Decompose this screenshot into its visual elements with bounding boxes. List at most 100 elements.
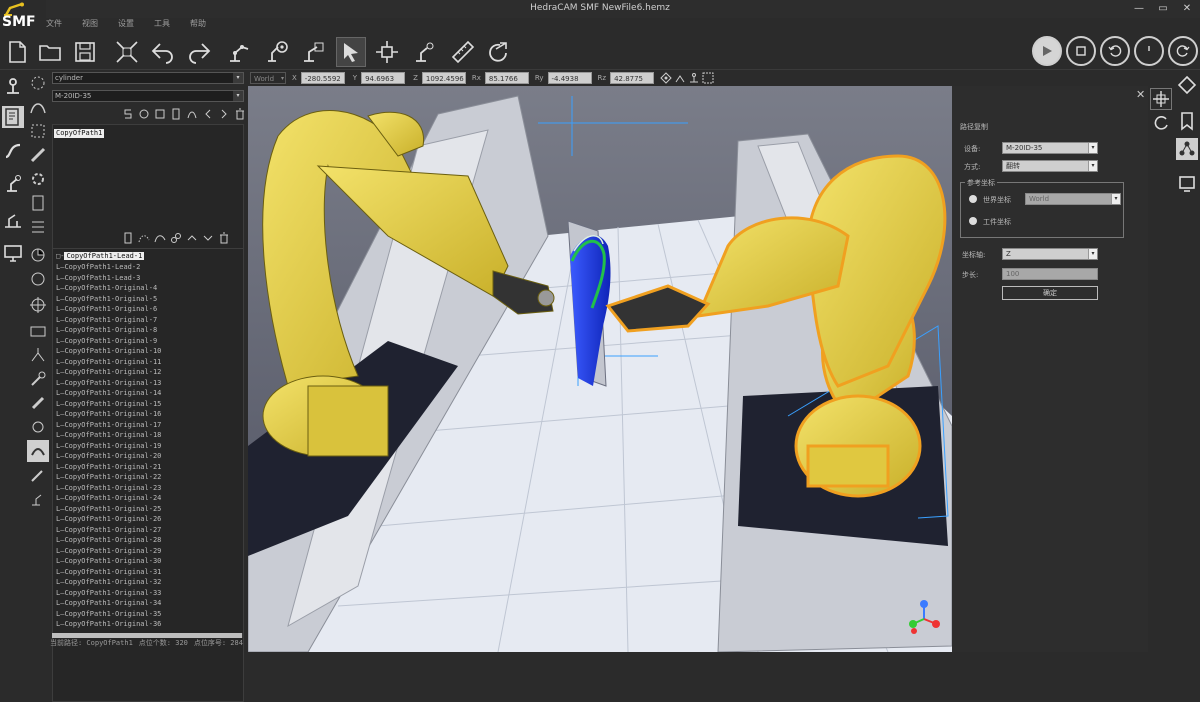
robot-select[interactable]: M-20ID-35 ▾: [52, 90, 244, 102]
menu-tools[interactable]: 工具: [154, 18, 170, 34]
sub-tool-10[interactable]: [27, 294, 49, 316]
robot-point-button[interactable]: [298, 37, 328, 67]
trash-icon[interactable]: [234, 108, 246, 120]
tree-item[interactable]: L—CopyOfPath1-Original-26: [56, 514, 161, 525]
close-panel-button[interactable]: ✕: [1136, 88, 1145, 101]
world-radio[interactable]: [969, 195, 977, 203]
tree-item[interactable]: L—CopyOfPath1-Original-36: [56, 619, 161, 630]
tree-item[interactable]: L—CopyOfPath1-Lead-2: [56, 262, 140, 273]
open-file-button[interactable]: [35, 37, 65, 67]
curve-points-icon[interactable]: [138, 232, 150, 244]
tree-item[interactable]: L—CopyOfPath1-Original-16: [56, 409, 161, 420]
chevron-down-icon[interactable]: [202, 232, 214, 244]
stop-button[interactable]: [1066, 36, 1096, 66]
redo-button[interactable]: [184, 37, 214, 67]
rx-field[interactable]: 85.1766: [484, 72, 529, 84]
sub-tool-15[interactable]: [27, 416, 49, 438]
tree-item[interactable]: L—CopyOfPath1-Original-33: [56, 588, 161, 599]
tree-item[interactable]: L—CopyOfPath1-Original-6: [56, 304, 157, 315]
axis-select[interactable]: Z ▾: [1002, 248, 1098, 260]
nav-tool-1[interactable]: [1176, 74, 1198, 96]
new-file-button[interactable]: [2, 37, 32, 67]
timer-button[interactable]: [1134, 36, 1164, 66]
tree-item[interactable]: L—CopyOfPath1-Original-34: [56, 598, 161, 609]
sub-tool-4[interactable]: [27, 144, 49, 166]
nav-tool-3[interactable]: [1176, 138, 1198, 160]
grid-select-icon[interactable]: [702, 72, 714, 84]
select-button[interactable]: [336, 37, 366, 67]
tree-item[interactable]: L—CopyOfPath1-Original-28: [56, 535, 161, 546]
tree-item[interactable]: L—CopyOfPath1-Original-24: [56, 493, 161, 504]
tree-item[interactable]: L—CopyOfPath1-Original-4: [56, 283, 157, 294]
tree-item[interactable]: L—CopyOfPath1-Original-21: [56, 462, 161, 473]
path-edit-button[interactable]: [2, 106, 24, 128]
tree-item[interactable]: L—CopyOfPath1-Original-25: [56, 504, 161, 515]
sub-tool-7[interactable]: [27, 216, 49, 238]
tree-item[interactable]: L—CopyOfPath1-Original-22: [56, 472, 161, 483]
refresh-icon[interactable]: [138, 108, 150, 120]
tree-item[interactable]: L—CopyOfPath1-Original-17: [56, 420, 161, 431]
tree-item[interactable]: L—CopyOfPath1-Original-13: [56, 378, 161, 389]
tree-item[interactable]: L—CopyOfPath1-Original-9: [56, 336, 157, 347]
workpiece-button[interactable]: [2, 140, 24, 162]
workpiece-radio[interactable]: [969, 217, 977, 225]
tool-button[interactable]: [2, 172, 24, 194]
target-point-icon[interactable]: [660, 72, 672, 84]
close-window-button[interactable]: ✕: [1180, 2, 1194, 15]
confirm-button[interactable]: 确定: [1002, 286, 1098, 300]
path-list-item[interactable]: CopyOfPath1: [54, 129, 105, 138]
rotate-view-button[interactable]: [484, 37, 514, 67]
sub-tool-9[interactable]: [27, 268, 49, 290]
sub-tool-17[interactable]: [27, 464, 49, 486]
save-button[interactable]: [70, 37, 100, 67]
tree-item[interactable]: L—CopyOfPath1-Original-14: [56, 388, 161, 399]
robot-group-button[interactable]: [2, 208, 24, 230]
nav-tool-4[interactable]: [1176, 172, 1198, 194]
tree-item[interactable]: L—CopyOfPath1-Original-32: [56, 577, 161, 588]
robot-arm-button[interactable]: [410, 37, 440, 67]
trash-icon[interactable]: [218, 232, 230, 244]
menu-view[interactable]: 视图: [82, 18, 98, 34]
frame-select[interactable]: World ▾: [250, 72, 286, 84]
rotate-copy-button[interactable]: [1150, 112, 1172, 134]
tree-item[interactable]: L—CopyOfPath1-Original-23: [56, 483, 161, 494]
path-copy-tool-button[interactable]: [1150, 88, 1172, 110]
maximize-button[interactable]: ▭: [1156, 2, 1170, 15]
sub-tool-16[interactable]: [27, 440, 49, 462]
sub-tool-14[interactable]: [27, 392, 49, 414]
path-icon[interactable]: [186, 108, 198, 120]
sub-tool-6[interactable]: [27, 192, 49, 214]
sub-tool-1[interactable]: [27, 72, 49, 94]
workpiece-select[interactable]: cylinder ▾: [52, 72, 244, 84]
tree-item[interactable]: L—CopyOfPath1-Original-5: [56, 294, 157, 305]
reset-button[interactable]: [1168, 36, 1198, 66]
tree-item[interactable]: L—CopyOfPath1-Original-7: [56, 315, 157, 326]
3d-viewport[interactable]: [248, 86, 952, 652]
move-axis-button[interactable]: [372, 37, 402, 67]
document-icon[interactable]: [122, 232, 134, 244]
menu-file[interactable]: 文件: [46, 18, 62, 34]
sub-tool-3[interactable]: [27, 120, 49, 142]
chevron-up-icon[interactable]: [186, 232, 198, 244]
robot-library-button[interactable]: [2, 74, 24, 96]
sub-tool-13[interactable]: [27, 368, 49, 390]
tree-item[interactable]: L—CopyOfPath1-Lead-3: [56, 273, 140, 284]
sub-tool-12[interactable]: [27, 344, 49, 366]
device-select[interactable]: M-20ID-35 ▾: [1002, 142, 1098, 154]
measure-button[interactable]: [448, 37, 478, 67]
sub-tool-5[interactable]: [27, 168, 49, 190]
world-frame-select[interactable]: World ▾: [1025, 193, 1121, 205]
sub-tool-2[interactable]: [27, 96, 49, 118]
chevron-left-icon[interactable]: [202, 108, 214, 120]
sub-tool-11[interactable]: [27, 320, 49, 342]
link-icon[interactable]: [170, 232, 182, 244]
tree-item[interactable]: L—CopyOfPath1-Original-18: [56, 430, 161, 441]
edit-icon[interactable]: [154, 108, 166, 120]
monitor-button[interactable]: [2, 242, 24, 264]
tree-item[interactable]: L—CopyOfPath1-Original-29: [56, 546, 161, 557]
tree-item[interactable]: L—CopyOfPath1-Original-15: [56, 399, 161, 410]
tree-root-item[interactable]: □- CopyOfPath1-Lead-1: [56, 251, 145, 262]
document-edit-icon[interactable]: [170, 108, 182, 120]
chevron-right-icon[interactable]: [218, 108, 230, 120]
robot-tcp-icon[interactable]: [674, 72, 686, 84]
